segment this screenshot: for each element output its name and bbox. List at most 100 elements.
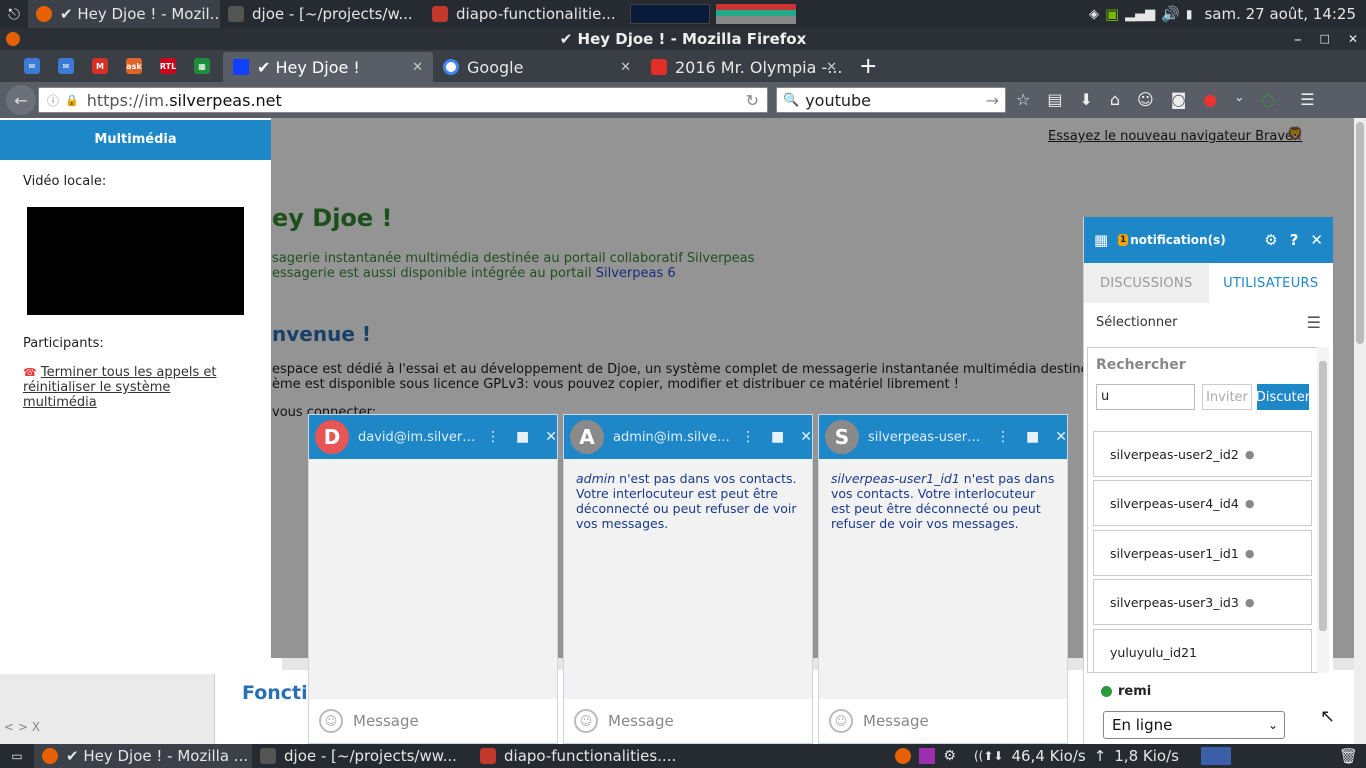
- mouse-cursor-icon: ↖: [1320, 706, 1336, 727]
- chat-header[interactable]: A admin@im.silverp... ⋮ ■ ✕: [564, 415, 812, 459]
- signal-icon[interactable]: ▂▄▆: [1125, 7, 1155, 22]
- users-scrollbar[interactable]: [1317, 347, 1329, 673]
- end-calls-link[interactable]: ☎ Terminer tous les appels et réinitiali…: [23, 365, 243, 410]
- emoji-icon[interactable]: ☺: [574, 709, 598, 733]
- video-call-icon[interactable]: ■: [771, 429, 784, 445]
- adblock-icon[interactable]: ●: [1203, 90, 1217, 109]
- nav-arrows[interactable]: < > X: [4, 720, 40, 734]
- hamburger-menu-icon[interactable]: ☰: [1300, 90, 1314, 109]
- close-icon[interactable]: ✕: [800, 429, 812, 445]
- end-calls-label[interactable]: Terminer tous les appels et réinitialise…: [23, 365, 216, 410]
- clock[interactable]: sam. 27 août, 14:25: [1204, 5, 1356, 23]
- ide-icon[interactable]: [919, 748, 936, 764]
- reading-list-icon[interactable]: ▤: [1047, 90, 1062, 109]
- close-icon[interactable]: ✕: [1055, 429, 1067, 445]
- trash-icon[interactable]: 🗑: [1339, 747, 1358, 765]
- tab-close-icon[interactable]: ✕: [826, 60, 837, 75]
- close-icon[interactable]: ✕: [1310, 231, 1323, 249]
- network-icon[interactable]: ◈: [1089, 7, 1099, 22]
- list-item[interactable]: silverpeas-user1_id1 ●: [1093, 530, 1312, 576]
- calendar-icon[interactable]: ▦: [1094, 231, 1108, 249]
- close-icon[interactable]: ✕: [1348, 28, 1358, 50]
- select-label[interactable]: Sélectionner: [1096, 315, 1178, 330]
- page-scrollbar[interactable]: [1354, 118, 1366, 744]
- kebab-menu-icon[interactable]: ⋮: [996, 429, 1010, 445]
- new-tab-button[interactable]: +: [859, 54, 877, 79]
- message-input-area[interactable]: ☺ Message: [564, 699, 812, 743]
- notifications[interactable]: 1 notification(s): [1118, 233, 1226, 247]
- extension-icon[interactable]: ◌: [1261, 90, 1275, 109]
- battery-icon[interactable]: ▮: [1186, 7, 1193, 21]
- back-button[interactable]: ←: [6, 85, 36, 115]
- message-input-area[interactable]: ☺ Message: [309, 699, 557, 743]
- settings-icon[interactable]: ⚙: [943, 748, 956, 764]
- pinned-tab[interactable]: M: [83, 50, 117, 82]
- select-row[interactable]: Sélectionner ☰: [1084, 303, 1333, 341]
- chevron-down-icon[interactable]: ⌄: [1234, 90, 1244, 109]
- gear-icon[interactable]: ⚙: [1264, 231, 1277, 249]
- os-task-terminal[interactable]: djoe - [~/projects/w...: [220, 0, 424, 28]
- page-scroll-thumb[interactable]: [1356, 122, 1364, 344]
- home-icon[interactable]: ⌂: [1110, 90, 1120, 109]
- maximize-icon[interactable]: □: [1320, 28, 1330, 50]
- discuss-button[interactable]: Discuter: [1256, 384, 1310, 410]
- tab-close-icon[interactable]: ✕: [620, 60, 631, 75]
- kebab-menu-icon[interactable]: ⋮: [741, 429, 755, 445]
- tab-users[interactable]: UTILISATEURS: [1208, 263, 1333, 303]
- minimize-icon[interactable]: –: [1294, 28, 1302, 50]
- message-placeholder[interactable]: Message: [353, 712, 419, 730]
- search-bar[interactable]: 🔍 youtube →: [776, 87, 1006, 113]
- volume-icon[interactable]: 🔊: [1161, 5, 1180, 23]
- pocket-icon[interactable]: ◙: [1171, 90, 1187, 109]
- tab-mr-olympia[interactable]: 2016 Mr. Olympia -... ✕: [641, 52, 847, 82]
- help-icon[interactable]: ?: [1290, 231, 1299, 249]
- download-icon[interactable]: ⬇: [1079, 90, 1092, 109]
- url-bar[interactable]: ⓘ 🔒 https://im. silverpeas.net ↻: [38, 87, 768, 113]
- pinned-tab[interactable]: RTL: [151, 50, 185, 82]
- status-select[interactable]: En ligne ⌄: [1103, 711, 1285, 739]
- kebab-menu-icon[interactable]: ⋮: [486, 429, 500, 445]
- emoji-icon[interactable]: ☺: [1137, 90, 1154, 109]
- nvidia-icon[interactable]: ▣: [1105, 5, 1119, 23]
- reload-icon[interactable]: ↻: [746, 91, 759, 110]
- user-search-input[interactable]: u: [1096, 384, 1195, 410]
- document-icon: [480, 748, 496, 764]
- tab-google[interactable]: Google ✕: [433, 52, 641, 82]
- message-placeholder[interactable]: Message: [863, 712, 929, 730]
- os-task-presentation[interactable]: diapo-functionalitie...: [424, 0, 624, 28]
- message-input-area[interactable]: ☺ Message: [819, 699, 1067, 743]
- emoji-icon[interactable]: ☺: [319, 709, 343, 733]
- show-desktop-icon[interactable]: ▭: [0, 749, 34, 763]
- tab-hey-djoe[interactable]: ✔ Hey Djoe ! ✕: [223, 52, 433, 82]
- bookmark-star-icon[interactable]: ☆: [1016, 90, 1030, 109]
- info-icon[interactable]: ⓘ: [47, 92, 59, 109]
- active-window-icon[interactable]: [1200, 747, 1231, 765]
- tab-discussions[interactable]: DISCUSSIONS: [1084, 263, 1209, 303]
- list-item[interactable]: silverpeas-user2_id2 ●: [1093, 431, 1312, 477]
- os-menu-icon[interactable]: ⎋: [0, 5, 28, 23]
- list-item[interactable]: silverpeas-user4_id4 ●: [1093, 480, 1312, 526]
- list-item[interactable]: yuluyulu_id21: [1093, 629, 1312, 672]
- list-item[interactable]: silverpeas-user3_id3 ●: [1093, 579, 1312, 625]
- emoji-icon[interactable]: ☺: [829, 709, 853, 733]
- pinned-tab[interactable]: ✉: [49, 50, 83, 82]
- os-task-terminal[interactable]: djoe - [~/projects/ww...: [252, 744, 472, 768]
- os-task-firefox[interactable]: ✔ Hey Djoe ! - Mozil...: [28, 0, 220, 28]
- invite-button[interactable]: Inviter: [1202, 384, 1252, 410]
- chat-header[interactable]: D david@im.silverpe... ⋮ ■ ✕: [309, 415, 557, 459]
- chat-header[interactable]: S silverpeas-user1_i... ⋮ ■ ✕: [819, 415, 1067, 459]
- tab-close-icon[interactable]: ✕: [412, 60, 423, 75]
- message-placeholder[interactable]: Message: [608, 712, 674, 730]
- firefox-launcher-icon[interactable]: [895, 748, 912, 764]
- pinned-tab[interactable]: ▦: [185, 50, 219, 82]
- pinned-tab[interactable]: ask: [117, 50, 151, 82]
- users-scroll-thumb[interactable]: [1319, 361, 1327, 631]
- search-go-icon[interactable]: →: [986, 91, 999, 110]
- os-task-presentation[interactable]: diapo-functionalities....: [472, 744, 688, 768]
- hamburger-menu-icon[interactable]: ☰: [1307, 313, 1321, 332]
- video-call-icon[interactable]: ■: [1026, 429, 1039, 445]
- pinned-tab[interactable]: ✉: [15, 50, 49, 82]
- video-call-icon[interactable]: ■: [516, 429, 529, 445]
- os-task-firefox[interactable]: ✔ Hey Djoe ! - Mozilla ...: [34, 744, 252, 768]
- close-icon[interactable]: ✕: [545, 429, 557, 445]
